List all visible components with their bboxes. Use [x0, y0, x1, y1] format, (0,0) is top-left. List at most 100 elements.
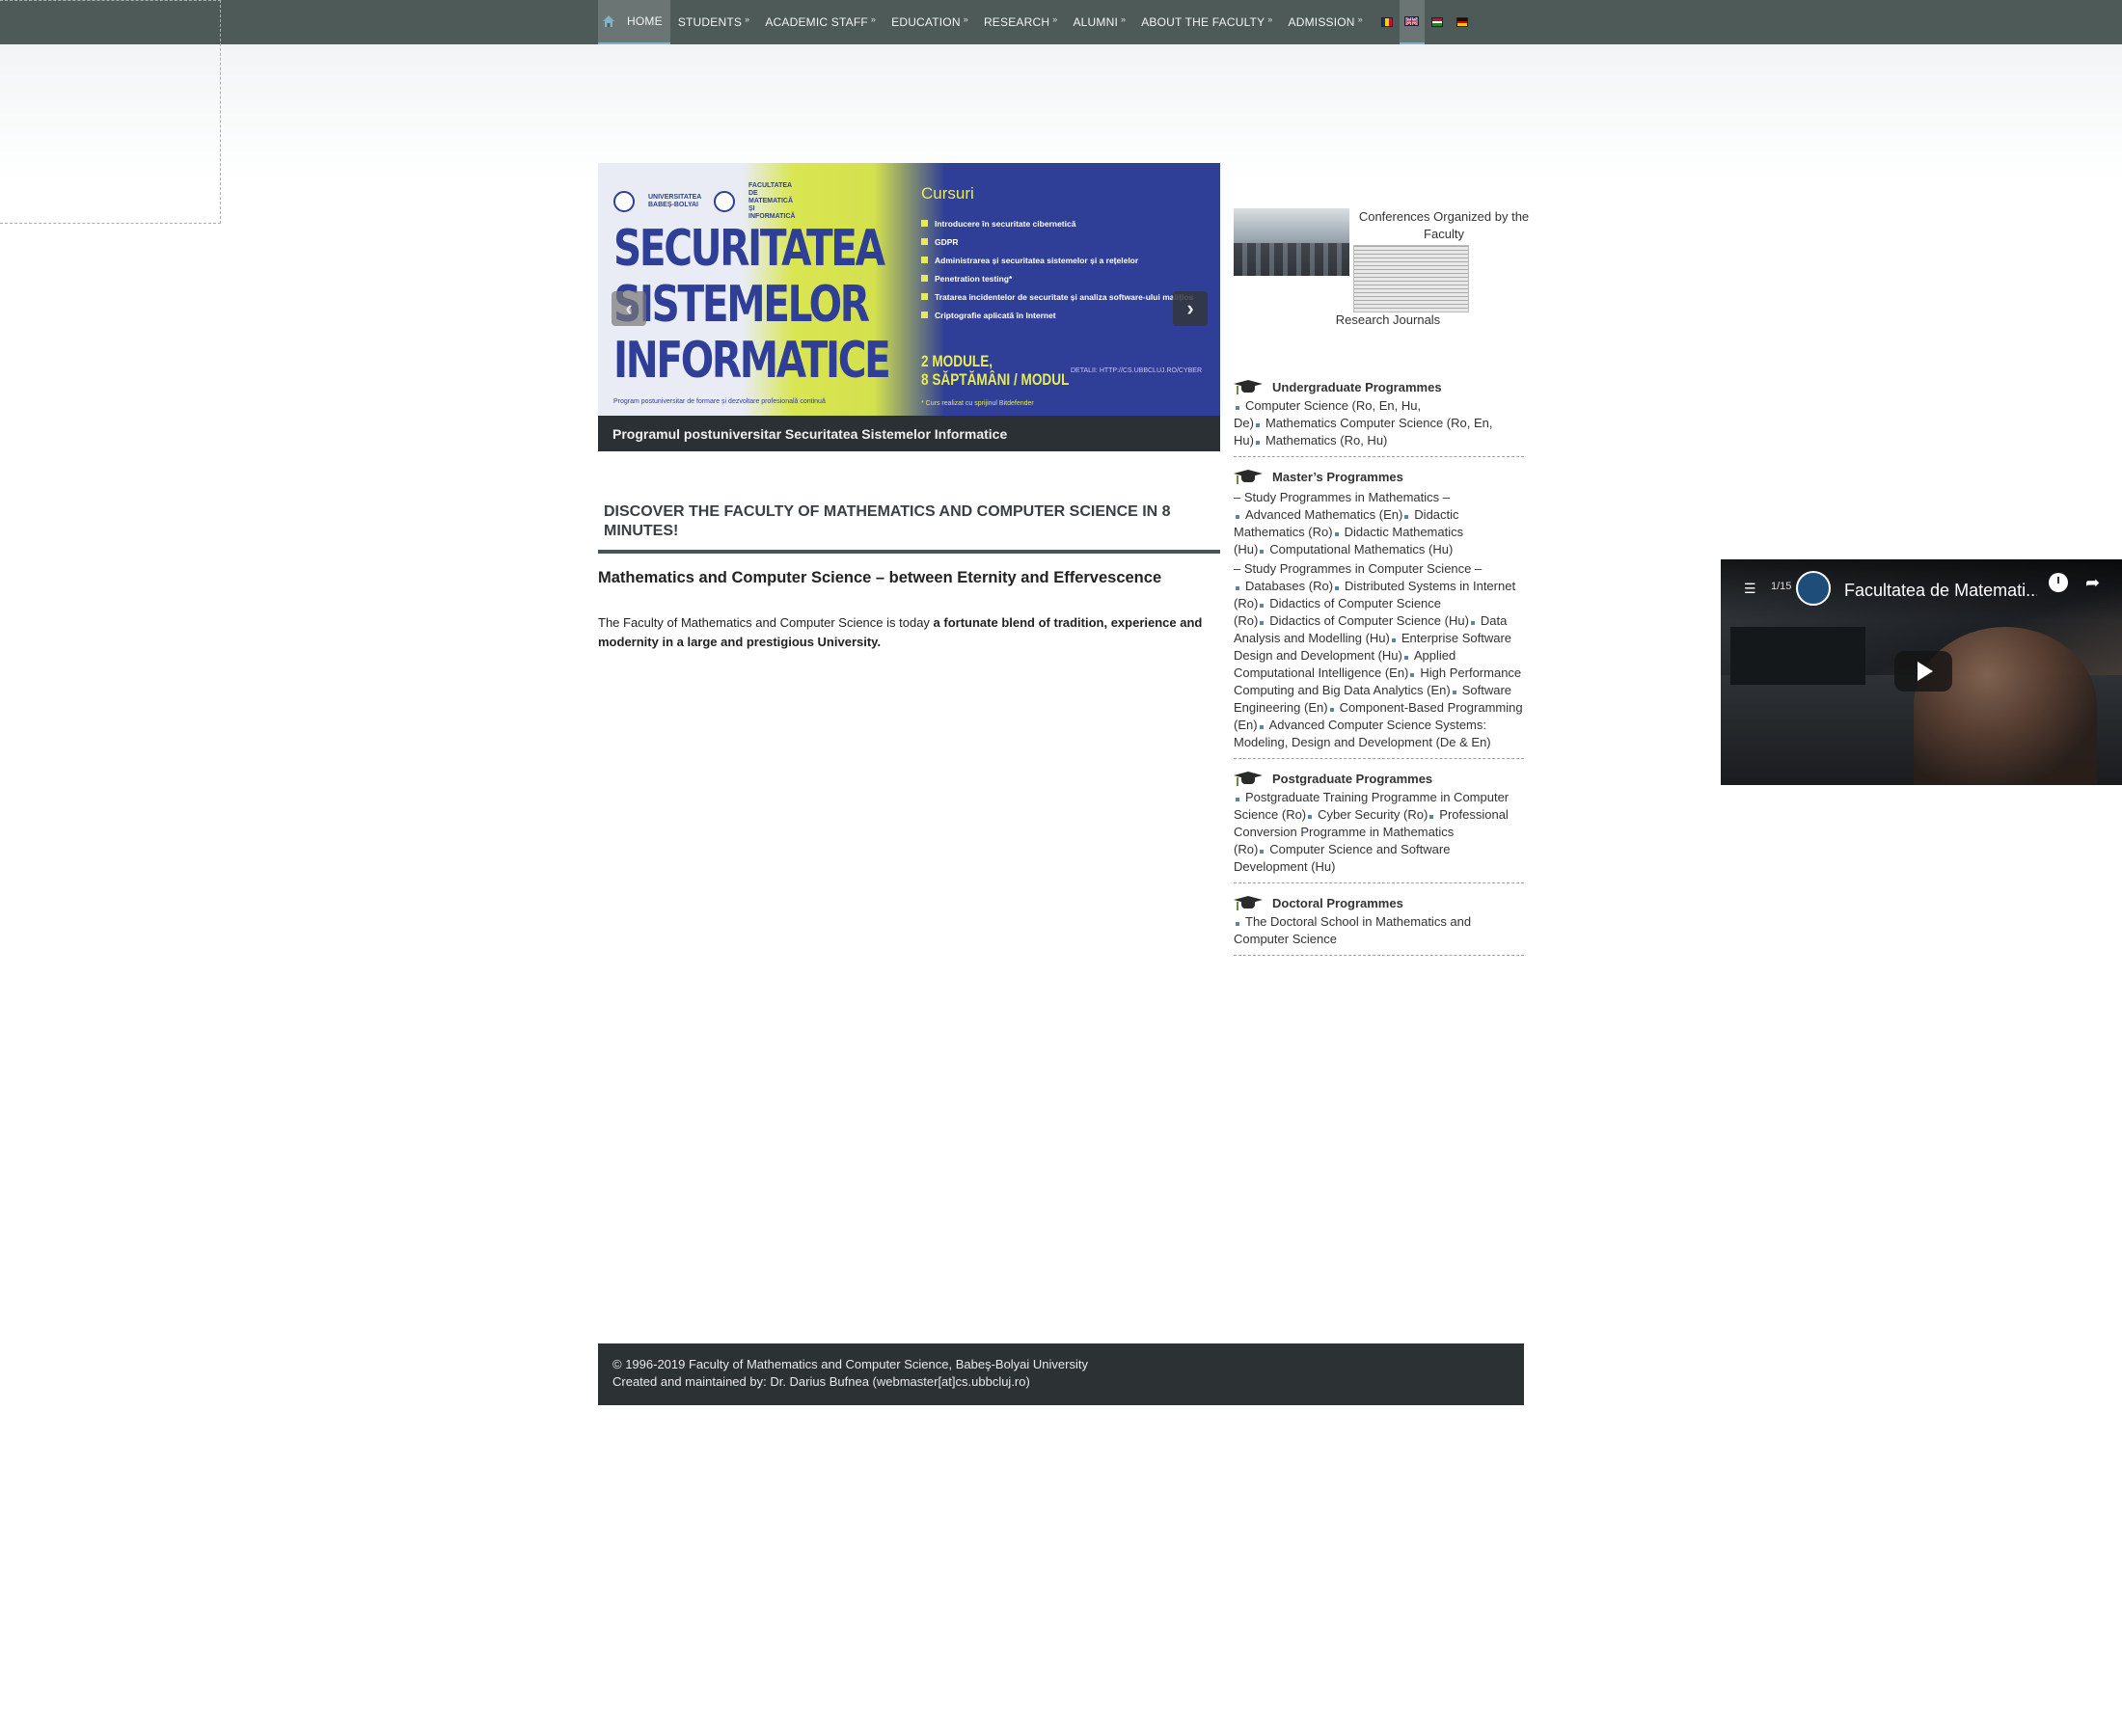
language-ro[interactable] — [1374, 0, 1400, 44]
language-flags — [1374, 0, 1475, 44]
faculty-logo-text: FACULTATEA DE MATEMATICĂ ȘI INFORMATICĂ — [748, 182, 796, 220]
programme-link[interactable]: Advanced Computer Science Systems: Model… — [1234, 718, 1491, 749]
nav-item-home[interactable]: HOME — [619, 0, 670, 44]
video-embed[interactable]: ☰ 1/15 Facultatea de Matemati... ➦ — [1721, 559, 2122, 785]
playlist-icon[interactable]: ☰ — [1744, 581, 1756, 597]
university-logo-icon — [613, 191, 635, 212]
banner-course-item: Introducere în securitate cibernetică — [921, 219, 1193, 229]
intro-paragraph: The Faculty of Mathematics and Computer … — [598, 613, 1215, 652]
banner-course-list: Introducere în securitate cibernetică GD… — [921, 219, 1193, 329]
nav-item-about-the-faculty[interactable]: ABOUT THE FACULTY» — [1133, 0, 1280, 44]
conferences-link[interactable]: Conferences Organized by the Faculty — [1357, 208, 1531, 243]
programmes-list: Undergraduate Programmes Computer Science… — [1234, 376, 1524, 964]
submenu-marker-icon: » — [1052, 14, 1058, 24]
graduation-cap-icon — [1234, 770, 1263, 787]
faculty-logo-icon — [714, 191, 735, 212]
play-button[interactable] — [1894, 651, 1952, 692]
programme-link[interactable]: Databases (Ro) — [1234, 579, 1333, 593]
programme-link[interactable]: Computer Science and Software Developmen… — [1234, 842, 1450, 874]
nav-label: ACADEMIC STAFF — [765, 15, 868, 29]
banner-support-note: * Curs realizat cu sprijinul Bitdefender — [921, 400, 1034, 407]
programme-group: Doctoral Programmes The Doctoral School i… — [1234, 892, 1524, 956]
banner-logos: UNIVERSITATEA BABEȘ-BOLYAI FACULTATEA DE… — [613, 182, 801, 221]
channel-avatar[interactable] — [1796, 571, 1831, 606]
language-hu[interactable] — [1425, 0, 1450, 44]
slider-prev-button[interactable]: ‹ — [612, 291, 646, 326]
news-slider[interactable]: UNIVERSITATEA BABEȘ-BOLYAI FACULTATEA DE… — [598, 163, 1220, 451]
page-subheading: Mathematics and Computer Science – betwe… — [598, 569, 1161, 587]
footer-copyright: © 1996-2019 Faculty of Mathematics and C… — [612, 1357, 1088, 1371]
banner-course-item: Administrarea și securitatea sistemelor … — [921, 256, 1193, 265]
banner-title-line: SECURITATEA — [613, 220, 885, 278]
language-de[interactable] — [1450, 0, 1475, 44]
journals-link[interactable]: Research Journals — [1320, 312, 1455, 329]
submenu-marker-icon: » — [870, 14, 877, 24]
watch-later-icon[interactable] — [2049, 573, 2068, 592]
programme-group-heading: Master’s Programmes — [1234, 466, 1524, 487]
discover-heading: DISCOVER THE FACULTY OF MATHEMATICS AND … — [598, 496, 1220, 554]
banner-courses-heading: Cursuri — [921, 184, 974, 203]
programme-group: Undergraduate Programmes Computer Science… — [1234, 376, 1524, 457]
submenu-marker-icon: » — [745, 14, 750, 24]
banner-course-item: GDPR — [921, 237, 1193, 247]
programme-group-heading: Undergraduate Programmes — [1234, 376, 1524, 397]
nav-label: ADMISSION — [1288, 15, 1355, 29]
slider-caption[interactable]: Programul postuniversitar Securitatea Si… — [598, 416, 1220, 451]
submenu-marker-icon: » — [1120, 14, 1127, 24]
nav-item-students[interactable]: STUDENTS» — [670, 0, 758, 44]
banner-details-link: DETALII: HTTP://CS.UBBCLUJ.RO/CYBER — [1071, 367, 1203, 374]
conferences-thumbnail[interactable] — [1234, 208, 1349, 276]
submenu-marker-icon: » — [963, 14, 968, 24]
programme-group: Master’s Programmes – Study Programmes in… — [1234, 466, 1524, 759]
university-logo-text: UNIVERSITATEA BABEȘ-BOLYAI — [648, 194, 702, 208]
video-title[interactable]: Facultatea de Matemati... — [1844, 581, 2037, 601]
submenu-marker-icon: » — [1267, 14, 1273, 24]
language-en[interactable] — [1399, 0, 1425, 44]
programme-link[interactable]: Didactics of Computer Science (Hu) — [1258, 613, 1469, 628]
banner-title-line: INFORMATICE — [613, 332, 891, 390]
intro-text: The Faculty of Mathematics and Computer … — [598, 615, 934, 630]
banner-modules: 2 MODULE, 8 SĂPTĂMÂNI / MODUL — [921, 352, 1069, 389]
programme-group-title: Master’s Programmes — [1272, 469, 1403, 484]
slider-caption-text: Programul postuniversitar Securitatea Si… — [612, 425, 1008, 442]
main-navigation: HOME STUDENTS» ACADEMIC STAFF» EDUCATION… — [598, 0, 1475, 44]
nav-label: EDUCATION — [891, 15, 961, 29]
graduation-cap-icon — [1234, 378, 1263, 395]
journals-thumbnail[interactable] — [1353, 245, 1469, 312]
banner-title-line: SISTEMELOR — [613, 276, 870, 334]
conferences-link-text: Conferences Organized by the Faculty — [1358, 209, 1530, 241]
nav-item-education[interactable]: EDUCATION» — [884, 0, 976, 44]
nav-item-academic-staff[interactable]: ACADEMIC STAFF» — [757, 0, 884, 44]
graduation-cap-icon — [1234, 894, 1263, 911]
nav-item-admission[interactable]: ADMISSION» — [1281, 0, 1371, 44]
programme-link[interactable]: Cyber Security (Ro) — [1306, 807, 1428, 822]
nav-label: RESEARCH — [983, 15, 1050, 29]
programme-link[interactable]: Mathematics (Ro, Hu) — [1254, 433, 1387, 448]
home-icon[interactable] — [598, 0, 619, 44]
programme-link[interactable]: The Doctoral School in Mathematics and C… — [1234, 914, 1471, 946]
dashed-placeholder-box — [0, 0, 221, 224]
banner-modules-line: 8 SĂPTĂMÂNI / MODUL — [921, 370, 1070, 389]
programme-group-heading: Postgraduate Programmes — [1234, 768, 1524, 789]
german-flag-icon — [1455, 17, 1468, 27]
slider-banner-image[interactable]: UNIVERSITATEA BABEȘ-BOLYAI FACULTATEA DE… — [598, 163, 1220, 416]
page-subheading-text: Mathematics and Computer Science – betwe… — [598, 569, 1162, 586]
nav-item-alumni[interactable]: ALUMNI» — [1065, 0, 1133, 44]
page-footer: © 1996-2019 Faculty of Mathematics and C… — [598, 1343, 1524, 1405]
footer-maintainer: Created and maintained by: Dr. Darius Bu… — [612, 1374, 1030, 1389]
banner-modules-line: 2 MODULE, — [921, 352, 993, 370]
programme-group-title: Postgraduate Programmes — [1272, 771, 1433, 786]
banner-program-note: Program postuniversitar de formare și de… — [613, 398, 826, 405]
nav-item-research[interactable]: RESEARCH» — [976, 0, 1066, 44]
submenu-marker-icon: » — [1357, 14, 1363, 24]
graduation-cap-icon — [1234, 468, 1263, 485]
sidebar-featured-links: Conferences Organized by the Faculty Res… — [1234, 208, 1533, 327]
playlist-count: 1/15 — [1771, 581, 1792, 592]
banner-title: SECURITATEA SISTEMELOR INFORMATICE — [613, 220, 891, 390]
programme-link[interactable]: Computational Mathematics (Hu) — [1258, 542, 1453, 556]
hungarian-flag-icon — [1430, 17, 1443, 27]
discover-heading-text: DISCOVER THE FACULTY OF MATHEMATICS AND … — [604, 503, 1171, 539]
programme-link[interactable]: Advanced Mathematics (En) — [1234, 507, 1402, 522]
slider-next-button[interactable]: › — [1173, 291, 1208, 326]
share-icon[interactable]: ➦ — [2085, 573, 2100, 593]
